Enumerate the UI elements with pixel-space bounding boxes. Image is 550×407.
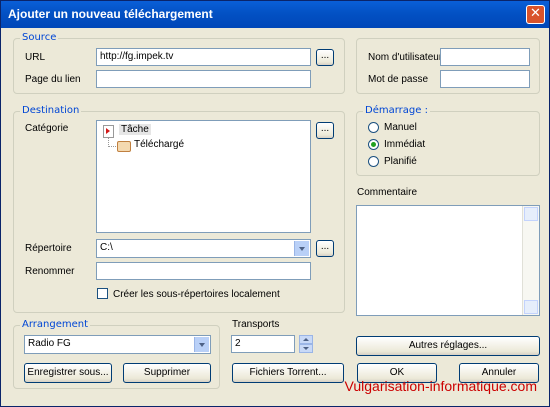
comment-textarea[interactable] bbox=[356, 205, 540, 316]
folder-icon bbox=[117, 141, 131, 152]
start-immediate-radio[interactable] bbox=[368, 139, 379, 150]
rename-label: Renommer bbox=[25, 266, 75, 277]
transports-spinner[interactable] bbox=[299, 335, 313, 353]
chevron-down-icon[interactable] bbox=[294, 241, 309, 256]
create-subdirs-checkbox[interactable] bbox=[97, 288, 108, 299]
directory-label: Répertoire bbox=[25, 243, 72, 254]
create-subdirs-label[interactable]: Créer les sous-répertoires localement bbox=[113, 289, 280, 300]
start-group-label: Démarrage : bbox=[363, 105, 430, 117]
start-manual-radio[interactable] bbox=[368, 122, 379, 133]
referer-label: Page du lien bbox=[25, 74, 81, 85]
start-scheduled-label[interactable]: Planifié bbox=[384, 156, 417, 167]
task-icon bbox=[103, 125, 114, 138]
category-browse-button[interactable]: ... bbox=[316, 122, 334, 139]
start-manual-label[interactable]: Manuel bbox=[384, 122, 417, 133]
password-input[interactable] bbox=[440, 70, 530, 88]
comment-label: Commentaire bbox=[357, 187, 418, 198]
title-bar[interactable]: Ajouter un nouveau téléchargement ✕ bbox=[1, 1, 549, 28]
scroll-down-icon[interactable] bbox=[524, 300, 538, 314]
url-label: URL bbox=[25, 52, 46, 63]
directory-browse-button[interactable]: ... bbox=[316, 240, 334, 257]
referer-input[interactable] bbox=[96, 70, 311, 88]
chevron-down-icon[interactable] bbox=[194, 337, 209, 352]
username-label: Nom d'utilisateur bbox=[368, 52, 443, 63]
arrangement-group-label: Arrangement bbox=[20, 319, 91, 331]
arrangement-combobox[interactable]: Radio FG bbox=[24, 335, 211, 354]
start-immediate-label[interactable]: Immédiat bbox=[384, 139, 425, 150]
start-scheduled-radio[interactable] bbox=[368, 156, 379, 167]
watermark: Vulgarisation-informatique.com bbox=[344, 378, 537, 394]
rename-input[interactable] bbox=[96, 262, 311, 280]
spin-down-icon[interactable] bbox=[299, 344, 313, 353]
category-label: Catégorie bbox=[25, 123, 69, 134]
password-label: Mot de passe bbox=[368, 74, 429, 85]
save-as-button[interactable]: Enregistrer sous... bbox=[24, 363, 112, 383]
torrent-files-button[interactable]: Fichiers Torrent... bbox=[232, 363, 344, 383]
scroll-up-icon[interactable] bbox=[524, 207, 538, 221]
tree-item-label: Tâche bbox=[119, 124, 151, 135]
username-input[interactable] bbox=[440, 48, 530, 66]
tree-item-label: Téléchargé bbox=[134, 139, 185, 150]
transports-label: Transports bbox=[232, 319, 280, 330]
tree-connector-h bbox=[108, 146, 116, 148]
category-tree[interactable]: Tâche Téléchargé bbox=[96, 120, 311, 233]
directory-value: C:\ bbox=[100, 242, 113, 253]
dialog-title: Ajouter un nouveau téléchargement bbox=[8, 7, 213, 21]
url-input[interactable]: http://fg.impek.tv bbox=[96, 48, 311, 66]
close-button[interactable]: ✕ bbox=[526, 5, 545, 24]
spin-up-icon[interactable] bbox=[299, 335, 313, 344]
transports-input[interactable]: 2 bbox=[231, 335, 295, 353]
source-group-label: Source bbox=[20, 32, 59, 44]
other-settings-button[interactable]: Autres réglages... bbox=[356, 336, 540, 356]
directory-combobox[interactable]: C:\ bbox=[96, 239, 311, 258]
comment-scrollbar[interactable] bbox=[522, 206, 539, 315]
destination-group-label: Destination bbox=[20, 105, 82, 117]
delete-button[interactable]: Supprimer bbox=[123, 363, 211, 383]
url-browse-button[interactable]: ... bbox=[316, 49, 334, 66]
dialog-window: Ajouter un nouveau téléchargement ✕ Sour… bbox=[0, 0, 550, 407]
arrangement-value: Radio FG bbox=[28, 338, 71, 349]
